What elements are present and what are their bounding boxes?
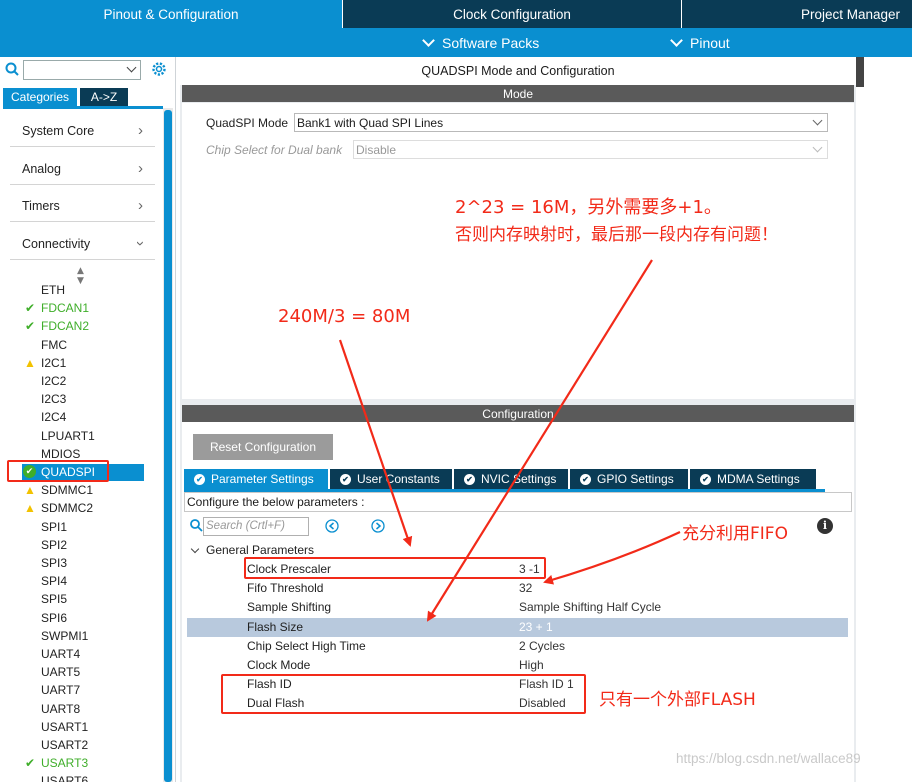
highlight-flash-id bbox=[221, 674, 586, 714]
highlight-quadspi bbox=[7, 460, 109, 482]
annotation-note-2: 240M/3 = 80M bbox=[278, 306, 411, 327]
highlight-clock-prescaler bbox=[244, 557, 546, 579]
watermark: https://blog.csdn.net/wallace89 bbox=[676, 751, 861, 766]
annotation-note-3: 充分利用FIFO bbox=[682, 524, 788, 544]
annotation-note-1: 2^23 = 16M，另外需要多+1。 bbox=[455, 197, 722, 218]
annotation-arrows bbox=[338, 259, 681, 622]
arrow-to-fifo bbox=[543, 531, 681, 585]
annotation-note-1b: 否则内存映射时，最后那一段内存有问题！ bbox=[455, 225, 778, 245]
annotation-note-4: 只有一个外部FLASH bbox=[599, 690, 756, 710]
arrow-to-prescaler bbox=[338, 339, 413, 547]
